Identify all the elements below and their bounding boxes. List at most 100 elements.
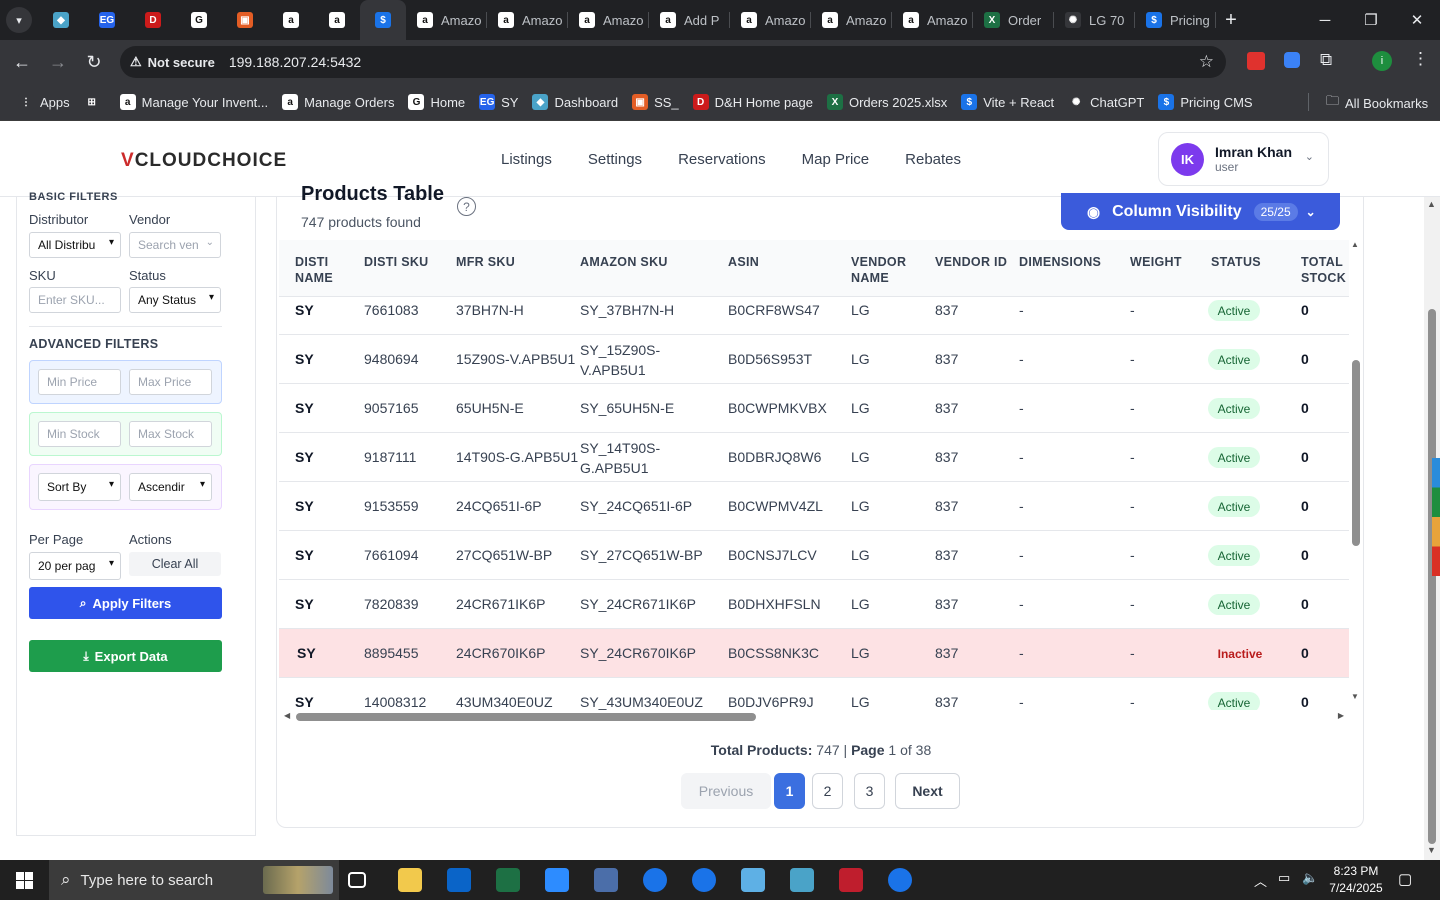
page-scroll-thumb[interactable] [1428, 309, 1436, 844]
bookmark-item[interactable]: D D&H Home page [692, 94, 813, 110]
bookmark-item[interactable]: ⊞ [83, 94, 106, 110]
bookmark-item[interactable]: $ Pricing CMS [1158, 94, 1253, 110]
per-page-select[interactable]: 20 per pag ▾ [29, 552, 121, 580]
nav-link-settings[interactable]: Settings [588, 151, 642, 168]
close-window-button[interactable]: ✕ [1394, 0, 1440, 40]
pinned-tab[interactable]: a [268, 0, 314, 40]
nav-link-reservations[interactable]: Reservations [678, 151, 766, 168]
vendor-search-input[interactable]: Search ven ⌄ [129, 232, 221, 258]
clear-all-button[interactable]: Clear All [129, 552, 221, 576]
column-header[interactable]: AMAZON SKU [580, 254, 720, 270]
min-price-input[interactable]: Min Price [38, 369, 121, 395]
nav-link-map-price[interactable]: Map Price [802, 151, 870, 168]
table-row[interactable]: SY 7661094 27CQ651W-BP SY_27CQ651W-BP B0CNSJ… [279, 531, 1349, 580]
column-header[interactable]: DISTI NAME [295, 254, 356, 286]
scroll-left-icon[interactable]: ◀ [284, 711, 290, 720]
table-horizontal-scroll-thumb[interactable] [296, 713, 756, 721]
pinned-tab[interactable]: ▣ [222, 0, 268, 40]
browser-tab[interactable]: a Add P [649, 0, 730, 40]
taskbar-search-box[interactable]: ⌕ Type here to search [49, 860, 339, 900]
browser-tab[interactable]: a Amazo [406, 0, 487, 40]
scroll-down-icon[interactable]: ▼ [1351, 692, 1359, 701]
column-header[interactable]: ASIN [728, 254, 843, 270]
user-menu[interactable]: IK Imran Khan user ⌄ [1158, 132, 1329, 186]
calculator-icon[interactable] [594, 868, 618, 892]
bookmark-star-icon[interactable]: ☆ [1199, 52, 1214, 72]
security-indicator[interactable]: ⚠ Not secure [130, 54, 215, 70]
tab-search-button[interactable]: ▾ [6, 7, 32, 33]
zoom-icon[interactable] [545, 868, 569, 892]
bookmark-item[interactable]: ⋮ Apps [18, 94, 70, 110]
all-bookmarks-button[interactable]: 🗀 All Bookmarks [1326, 92, 1428, 114]
pinned-tab[interactable]: ◆ [38, 0, 84, 40]
chrome-icon[interactable] [692, 868, 716, 892]
excel-icon[interactable] [496, 868, 520, 892]
bookmark-item[interactable]: G Home [408, 94, 465, 110]
table-row[interactable]: SY 9480694 15Z90S-V.APB5U1 SY_15Z90S-V.APB5… [279, 335, 1349, 384]
maximize-button[interactable]: ❐ [1348, 0, 1394, 40]
table-vertical-scrollbar[interactable]: ▲ ▼ [1350, 240, 1362, 710]
reload-button[interactable]: ↻ [76, 44, 112, 80]
forward-button[interactable]: → [40, 44, 76, 80]
column-header[interactable]: TOTAL STOCK [1301, 254, 1347, 286]
kebab-menu-icon[interactable]: ⋮ [1412, 49, 1429, 69]
bookmark-item[interactable]: ✺ ChatGPT [1068, 94, 1144, 110]
column-header[interactable]: DIMENSIONS [1019, 254, 1122, 270]
bookmark-item[interactable]: a Manage Orders [282, 94, 394, 110]
min-stock-input[interactable]: Min Stock [38, 421, 121, 447]
bookmark-item[interactable]: X Orders 2025.xlsx [826, 94, 947, 110]
bookmark-item[interactable]: ◆ Dashboard [532, 94, 618, 110]
cloudchoice-logo[interactable]: VCLOUDCHOICE [121, 150, 287, 172]
column-header[interactable]: VENDOR ID [935, 254, 1011, 270]
volume-icon[interactable]: 🔈 [1302, 870, 1318, 886]
table-row[interactable]: SY 14008312 43UM340E0UZ SY_43UM340E0UZ B0DJV… [279, 678, 1349, 710]
nav-link-rebates[interactable]: Rebates [905, 151, 961, 168]
system-clock[interactable]: 8:23 PM 7/24/2025 [1322, 863, 1390, 897]
previous-page-button[interactable]: Previous [681, 773, 771, 809]
nav-link-listings[interactable]: Listings [501, 151, 552, 168]
browser-tab[interactable]: a Amazo [730, 0, 811, 40]
browser-tab[interactable]: a Amazo [892, 0, 973, 40]
network-icon[interactable]: ▭ [1278, 870, 1290, 886]
browser-tab[interactable]: X Order [973, 0, 1054, 40]
table-row[interactable]: SY 9153559 24CQ651I-6P SY_24CQ651I-6P B0CWPM… [279, 482, 1349, 531]
bookmark-item[interactable]: ▣ SS_ [632, 94, 679, 110]
chrome-icon[interactable] [643, 868, 667, 892]
column-header[interactable]: STATUS [1211, 254, 1293, 270]
bookmark-item[interactable]: $ Vite + React [961, 94, 1054, 110]
help-icon[interactable]: ? [457, 197, 476, 216]
bookmark-item[interactable]: EG SY [479, 94, 518, 110]
scroll-right-icon[interactable]: ▶ [1338, 711, 1344, 720]
scroll-up-icon[interactable]: ▲ [1427, 199, 1436, 209]
diamond-icon[interactable] [790, 868, 814, 892]
profile-icon[interactable]: i [1372, 51, 1392, 71]
browser-tab[interactable]: ✺ LG 70 [1054, 0, 1135, 40]
file-explorer-icon[interactable] [398, 868, 422, 892]
column-header[interactable]: MFR SKU [456, 254, 572, 270]
omnibox[interactable]: ⚠ Not secure 199.188.207.24:5432 ☆ [120, 46, 1226, 78]
table-horizontal-scrollbar[interactable]: ◀ ▶ [284, 711, 1344, 722]
table-row[interactable]: SY 9187111 14T90S-G.APB5U1 SY_14T90S-G.APB5… [279, 433, 1349, 482]
table-vertical-scroll-thumb[interactable] [1352, 360, 1360, 546]
table-row[interactable]: SY 8895455 24CR670IK6P SY_24CR670IK6P B0CSS8… [279, 629, 1349, 678]
apply-filters-button[interactable]: ⌕ Apply Filters [29, 587, 222, 619]
filezilla-icon[interactable] [839, 868, 863, 892]
page-button-3[interactable]: 3 [854, 773, 885, 809]
max-stock-input[interactable]: Max Stock [129, 421, 212, 447]
new-tab-button[interactable]: + [1216, 9, 1246, 32]
extension-pdf-icon[interactable] [1247, 52, 1265, 70]
table-row[interactable]: SY 7661083 37BH7N-H SY_37BH7N-H B0CRF8WS47 LG… [279, 286, 1349, 335]
task-view-icon[interactable] [348, 872, 366, 888]
bookmark-item[interactable]: a Manage Your Invent... [119, 94, 268, 110]
pinned-tab[interactable]: a [314, 0, 360, 40]
column-header[interactable]: WEIGHT [1130, 254, 1203, 270]
max-price-input[interactable]: Max Price [129, 369, 212, 395]
browser-tab[interactable]: $ Pricing [1135, 0, 1216, 40]
scroll-down-icon[interactable]: ▼ [1427, 845, 1436, 855]
table-row[interactable]: SY 7820839 24CR671IK6P SY_24CR671IK6P B0DHXH… [279, 580, 1349, 629]
pinned-tab[interactable]: G [176, 0, 222, 40]
chrome-profile-icon[interactable] [888, 868, 912, 892]
sku-input[interactable]: Enter SKU... [29, 287, 121, 313]
status-select[interactable]: Any Status ▾ [129, 287, 221, 313]
export-data-button[interactable]: ⤓ Export Data [29, 640, 222, 672]
